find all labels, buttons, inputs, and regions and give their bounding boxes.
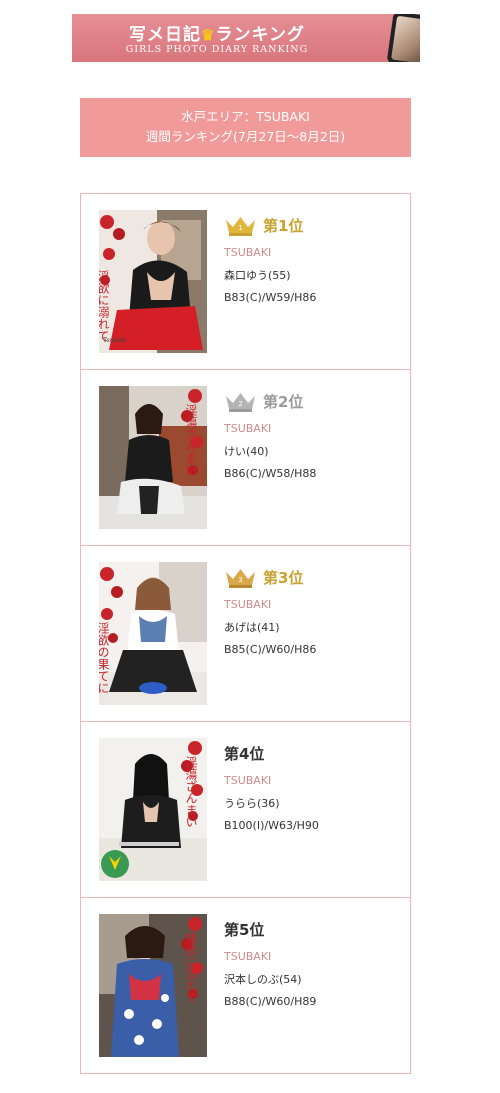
ranking-list: 淫欲に溺れて Tsubaki 1 第1位 TSUBAKI 森口ゆう(55) B8… (80, 193, 411, 1074)
phone-image (386, 14, 420, 62)
crown-gold-icon: 1 (226, 217, 255, 236)
girl-photo[interactable]: 淫蕩ざんまい (99, 738, 207, 881)
ranking-item-1[interactable]: 淫欲に溺れて Tsubaki 1 第1位 TSUBAKI 森口ゆう(55) B8… (81, 194, 410, 370)
rank-label: 第1位 (263, 216, 304, 235)
girl-name[interactable]: うらら(36) (224, 795, 404, 811)
ranking-item-4[interactable]: 淫蕩ざんまい 第4位 TSUBAKI うらら(36) B100(I)/W63/H… (81, 722, 410, 898)
photo-caption: 情欲に溺れて (184, 932, 198, 1004)
girl-photo[interactable]: 淫欲に溺れて Tsubaki (99, 210, 207, 353)
girl-measurements: B88(C)/W60/H89 (224, 995, 317, 1008)
ranking-item-3[interactable]: 淫欲の果てに 3 第3位 TSUBAKI あげは(41) B85(C)/W60/… (81, 546, 410, 722)
svg-text:1: 1 (238, 224, 242, 232)
shop-name[interactable]: TSUBAKI (224, 598, 404, 611)
photo-caption: 淫蕩ざんまい (184, 404, 198, 476)
girl-measurements: B83(C)/W59/H86 (224, 291, 317, 304)
photo-caption: 淫欲の果てに (99, 622, 110, 694)
svg-text:2: 2 (238, 400, 242, 408)
girl-photo[interactable]: 淫欲の果てに (99, 562, 207, 705)
banner-title-part2: ランキング (215, 25, 305, 45)
girl-measurements: B100(I)/W63/H90 (224, 819, 319, 832)
banner-title-part1: 写メ日記 (129, 25, 202, 45)
banner-subtitle: GIRLS PHOTO DIARY RANKING (125, 44, 309, 55)
shop-name[interactable]: TSUBAKI (224, 246, 404, 259)
banner-title: 写メ日記♛ランキング (72, 20, 362, 45)
girl-measurements: B86(C)/W58/H88 (224, 467, 317, 480)
shop-name[interactable]: TSUBAKI (224, 774, 404, 787)
ranking-item-2[interactable]: 淫蕩ざんまい 2 第2位 TSUBAKI けい(40) B86(C)/W58/H… (81, 370, 410, 546)
svg-text:Tsubaki: Tsubaki (103, 337, 127, 344)
area-header: 水戸エリア：TSUBAKI 週間ランキング(7月27日～8月2日) (80, 98, 411, 157)
shop-name[interactable]: TSUBAKI (224, 950, 404, 963)
rank-label: 第5位 (224, 920, 265, 939)
area-title: 水戸エリア：TSUBAKI (181, 109, 310, 124)
rank-label: 第3位 (263, 568, 304, 587)
girl-name[interactable]: 森口ゆう(55) (224, 267, 404, 283)
shop-name[interactable]: TSUBAKI (224, 422, 404, 435)
crown-bronze-icon: 3 (226, 569, 255, 588)
ranking-period: 週間ランキング(7月27日～8月2日) (145, 129, 346, 144)
girl-photo[interactable]: 情欲に溺れて (99, 914, 207, 1057)
girl-name[interactable]: あげは(41) (224, 619, 404, 635)
girl-measurements: B85(C)/W60/H86 (224, 643, 317, 656)
rank-label: 第2位 (263, 392, 304, 411)
girl-name[interactable]: けい(40) (224, 443, 404, 459)
crown-icon: ♛ (201, 26, 216, 44)
crown-silver-icon: 2 (226, 393, 255, 412)
photo-caption: 淫欲に溺れて (99, 270, 110, 342)
svg-text:3: 3 (238, 576, 242, 584)
girl-name[interactable]: 沢本しのぶ(54) (224, 971, 404, 987)
girl-photo[interactable]: 淫蕩ざんまい (99, 386, 207, 529)
ranking-item-5[interactable]: 情欲に溺れて 第5位 TSUBAKI 沢本しのぶ(54) B88(C)/W60/… (81, 898, 410, 1073)
photo-caption: 淫蕩ざんまい (184, 756, 198, 828)
ranking-banner[interactable]: 写メ日記♛ランキング GIRLS PHOTO DIARY RANKING (72, 14, 420, 62)
rank-label: 第4位 (224, 744, 265, 763)
